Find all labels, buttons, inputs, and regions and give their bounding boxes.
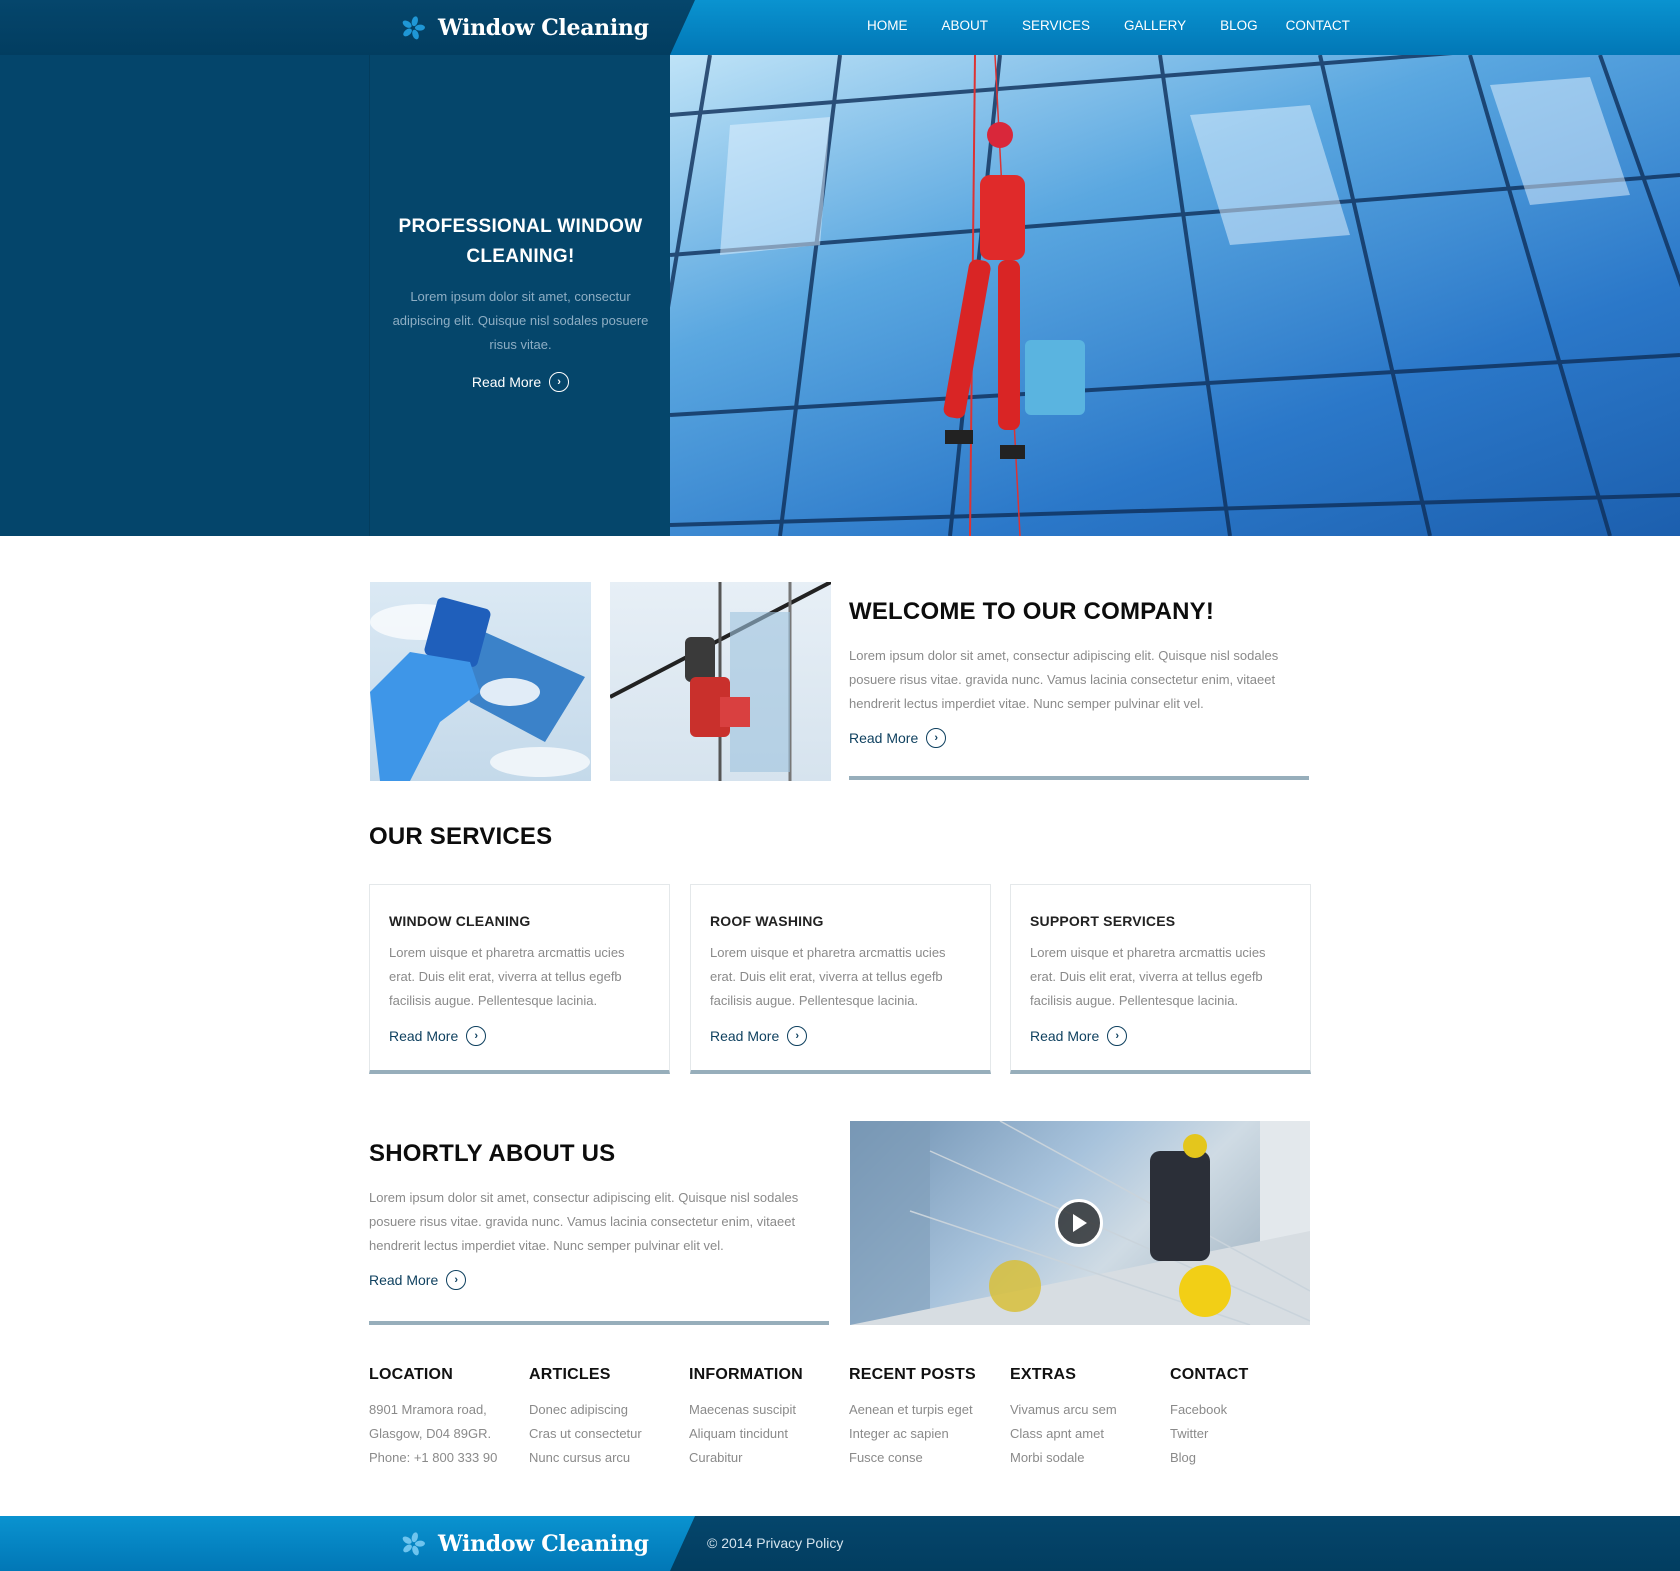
service-card-support-services: SUPPORT SERVICES Lorem uisque et pharetr… bbox=[1010, 884, 1311, 1074]
about-divider bbox=[369, 1321, 829, 1325]
hero-read-more-button[interactable]: Read More › bbox=[370, 372, 671, 392]
read-more-label: Read More bbox=[849, 730, 919, 746]
hero-title: PROFESSIONAL WINDOW CLEANING! bbox=[398, 216, 643, 267]
footer-phone: Phone: +1 800 333 90 bbox=[369, 1450, 498, 1465]
footer-column-location: LOCATION 8901 Mramora road, Glasgow, D04… bbox=[369, 1366, 497, 1470]
nav-contact[interactable]: CONTACT bbox=[1286, 18, 1350, 33]
read-more-label: Read More bbox=[471, 374, 542, 390]
welcome-title: WELCOME TO OUR COMPANY! bbox=[849, 598, 1215, 625]
footer-column-title: RECENT POSTS bbox=[849, 1366, 976, 1383]
about-read-more-button[interactable]: Read More › bbox=[369, 1270, 467, 1290]
footer-column-title: CONTACT bbox=[1170, 1366, 1249, 1383]
footer-column-title: LOCATION bbox=[369, 1366, 453, 1383]
read-more-label: Read More bbox=[710, 1028, 780, 1044]
nav-blog[interactable]: BLOG bbox=[1220, 18, 1258, 33]
footer-link[interactable]: Class apnt amet bbox=[1010, 1422, 1117, 1446]
chevron-right-circle-icon: › bbox=[1107, 1026, 1128, 1046]
play-button[interactable] bbox=[1055, 1199, 1103, 1247]
play-icon bbox=[1073, 1214, 1087, 1232]
about-video[interactable] bbox=[850, 1121, 1310, 1325]
logo[interactable]: Window Cleaning bbox=[400, 11, 649, 45]
about-text: Lorem ipsum dolor sit amet, consectur ad… bbox=[369, 1190, 799, 1253]
read-more-label: Read More bbox=[389, 1028, 459, 1044]
pinwheel-icon bbox=[402, 1532, 425, 1556]
about-title: SHORTLY ABOUT US bbox=[369, 1140, 616, 1167]
pinwheel-icon bbox=[402, 16, 425, 40]
welcome-read-more-button[interactable]: Read More › bbox=[849, 728, 947, 748]
footer-column-title: INFORMATION bbox=[689, 1366, 803, 1383]
logo-text: Window Cleaning bbox=[438, 15, 649, 41]
hero-image bbox=[670, 55, 1680, 536]
bottom-bar: Window Cleaning © 2014 Privacy Policy bbox=[0, 1516, 1680, 1571]
site-header: Window Cleaning HOME ABOUT SERVICES GALL… bbox=[0, 0, 1680, 55]
footer-link[interactable]: Donec adipiscing bbox=[529, 1398, 642, 1422]
footer-link[interactable]: Maecenas suscipit bbox=[689, 1398, 803, 1422]
hero-section: PROFESSIONAL WINDOW CLEANING! Lorem ipsu… bbox=[0, 55, 1680, 536]
chevron-right-circle-icon: › bbox=[549, 372, 570, 392]
footer-link[interactable]: Morbi sodale bbox=[1010, 1446, 1117, 1470]
welcome-section: WELCOME TO OUR COMPANY! Lorem ipsum dolo… bbox=[849, 598, 1309, 748]
service-read-more-button[interactable]: Read More › bbox=[389, 1026, 487, 1046]
glass-facade-illustration bbox=[670, 55, 1680, 536]
copyright-privacy-link[interactable]: © 2014 Privacy Policy bbox=[707, 1535, 843, 1551]
read-more-label: Read More bbox=[1030, 1028, 1100, 1044]
nav-about[interactable]: ABOUT bbox=[942, 18, 989, 33]
chevron-right-circle-icon: › bbox=[926, 728, 947, 748]
footer-link[interactable]: Integer ac sapien bbox=[849, 1422, 976, 1446]
footer-link[interactable]: Vivamus arcu sem bbox=[1010, 1398, 1117, 1422]
footer-link-facebook[interactable]: Facebook bbox=[1170, 1398, 1248, 1422]
service-card-roof-washing: ROOF WASHING Lorem uisque et pharetra ar… bbox=[690, 884, 991, 1074]
about-section: SHORTLY ABOUT US Lorem ipsum dolor sit a… bbox=[369, 1140, 829, 1290]
services-title: OUR SERVICES bbox=[369, 823, 553, 850]
logo-text: Window Cleaning bbox=[438, 1531, 649, 1557]
hero-text: Lorem ipsum dolor sit amet, consectur ad… bbox=[392, 289, 649, 352]
footer-address-line: 8901 Mramora road, bbox=[369, 1402, 487, 1417]
footer-link[interactable]: Fusce conse bbox=[849, 1446, 976, 1470]
hero-text-panel: PROFESSIONAL WINDOW CLEANING! Lorem ipsu… bbox=[369, 55, 670, 536]
service-title: WINDOW CLEANING bbox=[389, 913, 531, 929]
main-nav: HOME ABOUT SERVICES GALLERY BLOG CONTACT bbox=[867, 18, 1384, 33]
service-title: SUPPORT SERVICES bbox=[1030, 913, 1176, 929]
footer-column-extras: EXTRAS Vivamus arcu sem Class apnt amet … bbox=[1010, 1366, 1117, 1470]
welcome-text: Lorem ipsum dolor sit amet, consectur ad… bbox=[849, 648, 1279, 711]
footer-column-recent-posts: RECENT POSTS Aenean et turpis eget Integ… bbox=[849, 1366, 976, 1470]
read-more-label: Read More bbox=[369, 1272, 439, 1288]
footer-column-contact: CONTACT Facebook Twitter Blog bbox=[1170, 1366, 1248, 1470]
footer-column-title: EXTRAS bbox=[1010, 1366, 1077, 1383]
footer-column-information: INFORMATION Maecenas suscipit Aliquam ti… bbox=[689, 1366, 803, 1470]
chevron-right-circle-icon: › bbox=[466, 1026, 487, 1046]
glove-sponge-illustration bbox=[370, 597, 590, 781]
service-read-more-button[interactable]: Read More › bbox=[710, 1026, 808, 1046]
footer-address-line: Glasgow, D04 89GR. bbox=[369, 1426, 492, 1441]
chevron-right-circle-icon: › bbox=[446, 1270, 467, 1290]
service-text: Lorem uisque et pharetra arcmattis ucies… bbox=[389, 945, 625, 1008]
glove-sponge-image bbox=[370, 582, 591, 781]
climber-illustration bbox=[610, 582, 831, 781]
footer-link[interactable]: Nunc cursus arcu bbox=[529, 1446, 642, 1470]
footer-link-twitter[interactable]: Twitter bbox=[1170, 1422, 1248, 1446]
footer-column-articles: ARTICLES Donec adipiscing Cras ut consec… bbox=[529, 1366, 642, 1470]
footer-link[interactable]: Cras ut consectetur bbox=[529, 1422, 642, 1446]
nav-home[interactable]: HOME bbox=[867, 18, 908, 33]
service-title: ROOF WASHING bbox=[710, 913, 824, 929]
footer-link[interactable]: Curabitur bbox=[689, 1446, 803, 1470]
nav-gallery[interactable]: GALLERY bbox=[1124, 18, 1186, 33]
service-read-more-button[interactable]: Read More › bbox=[1030, 1026, 1128, 1046]
chevron-right-circle-icon: › bbox=[787, 1026, 808, 1046]
footer-column-title: ARTICLES bbox=[529, 1366, 611, 1383]
service-card-window-cleaning: WINDOW CLEANING Lorem uisque et pharetra… bbox=[369, 884, 670, 1074]
footer-link[interactable]: Aliquam tincidunt bbox=[689, 1422, 803, 1446]
service-text: Lorem uisque et pharetra arcmattis ucies… bbox=[1030, 945, 1266, 1008]
footer-link-blog[interactable]: Blog bbox=[1170, 1446, 1248, 1470]
footer-logo[interactable]: Window Cleaning bbox=[400, 1527, 649, 1561]
nav-services[interactable]: SERVICES bbox=[1022, 18, 1090, 33]
footer-link[interactable]: Aenean et turpis eget bbox=[849, 1398, 976, 1422]
climber-cleaning-image bbox=[610, 582, 831, 781]
service-text: Lorem uisque et pharetra arcmattis ucies… bbox=[710, 945, 946, 1008]
welcome-divider bbox=[849, 776, 1309, 780]
